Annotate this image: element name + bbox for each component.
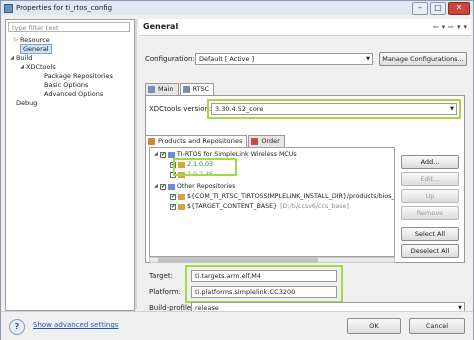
tab-label: Main bbox=[158, 85, 174, 93]
panel-divider[interactable] bbox=[135, 19, 137, 309]
forward-menu-icon[interactable]: ▾ bbox=[457, 23, 461, 31]
repository-icon bbox=[178, 193, 185, 200]
tab-label: Products and Repositories bbox=[158, 137, 243, 145]
tab-label: Order bbox=[261, 137, 280, 145]
configuration-label: Configuration: bbox=[145, 55, 195, 63]
tree-item-package-repositories[interactable]: Package Repositories bbox=[6, 72, 132, 81]
checkbox[interactable] bbox=[159, 150, 166, 159]
tree-item-repo-path-1[interactable]: ${COM_TI_RTSC_TIRTOSSIMPLELINK_INSTALL_D… bbox=[170, 192, 395, 201]
cancel-button[interactable]: Cancel bbox=[409, 318, 465, 334]
tree-item-general[interactable]: General bbox=[6, 44, 132, 54]
left-nav-panel: type filter text ▷ Resource General ◢ Bu… bbox=[5, 19, 135, 311]
products-tab-icon bbox=[148, 138, 155, 145]
tree-item-label: XDCtools bbox=[26, 63, 56, 71]
configuration-value: Default [ Active ] bbox=[199, 55, 255, 63]
repo-label: ${COM_TI_RTSC_TIRTOSSIMPLELINK_INSTALL_D… bbox=[187, 193, 395, 200]
target-label: Target: bbox=[149, 272, 174, 280]
checkbox[interactable] bbox=[159, 182, 166, 191]
back-arrow-icon[interactable]: ⇦ bbox=[433, 23, 439, 31]
minimize-button[interactable]: – bbox=[412, 2, 428, 15]
edit-button[interactable]: Edit... bbox=[401, 172, 459, 186]
dialog-footer: ? Show advanced settings OK Cancel bbox=[1, 311, 473, 340]
tree-item-other-repositories[interactable]: ◢ Other Repositories bbox=[154, 182, 235, 191]
close-button[interactable]: ✕ bbox=[448, 2, 470, 15]
right-content-panel: General ⇦ ▾ ⇨ ▾ ▾ Configuration: Default… bbox=[139, 15, 471, 313]
page-header: General ⇦ ▾ ⇨ ▾ ▾ bbox=[139, 19, 471, 36]
repo-label: Other Repositories bbox=[176, 183, 236, 190]
filter-input[interactable]: type filter text bbox=[8, 22, 130, 32]
collapse-arrow-icon[interactable]: ◢ bbox=[154, 182, 158, 191]
horizontal-scrollbar[interactable] bbox=[149, 257, 395, 263]
tree-item-xdctools[interactable]: ◢ XDCtools bbox=[6, 63, 132, 72]
add-button[interactable]: Add... bbox=[401, 155, 459, 169]
tree-item-label: Debug bbox=[16, 99, 38, 107]
tab-label: RTSC bbox=[192, 85, 210, 93]
select-all-button[interactable]: Select All bbox=[401, 227, 459, 241]
tree-item-debug[interactable]: Debug bbox=[6, 99, 132, 108]
platform-label: Platform: bbox=[149, 288, 181, 296]
expand-arrow-icon[interactable]: ▷ bbox=[12, 36, 20, 45]
collapse-arrow-icon[interactable]: ◢ bbox=[18, 63, 26, 72]
rtsc-tab-icon bbox=[182, 86, 190, 93]
highlight-box-version bbox=[173, 158, 237, 176]
maximize-button[interactable]: □ bbox=[430, 2, 446, 15]
collapse-arrow-icon[interactable]: ◢ bbox=[8, 54, 16, 63]
ok-button[interactable]: OK bbox=[347, 318, 401, 334]
product-icon bbox=[167, 151, 175, 158]
nav-buttons: ⇦ ▾ ⇨ ▾ ▾ bbox=[433, 23, 467, 31]
window-controls: – □ ✕ bbox=[412, 2, 470, 15]
main-tab-strip: Main RTSC bbox=[145, 83, 215, 96]
help-icon[interactable]: ? bbox=[9, 319, 25, 335]
folder-icon bbox=[167, 183, 175, 190]
tree-item-repo-path-2[interactable]: ${TARGET_CONTENT_BASE} [D:/ti/ccsv6/ccs_… bbox=[170, 202, 349, 211]
inner-tab-strip: Products and Repositories Order bbox=[145, 135, 286, 147]
checkbox[interactable] bbox=[170, 202, 176, 211]
xdctools-version-label: XDCtools version: bbox=[149, 105, 212, 113]
highlight-box-target-platform bbox=[185, 265, 343, 303]
repository-icon bbox=[178, 203, 185, 210]
tree-item-label: Build bbox=[16, 54, 33, 62]
tree-item-basic-options[interactable]: Basic Options bbox=[6, 81, 132, 90]
tree-item-advanced-options[interactable]: Advanced Options bbox=[6, 90, 132, 99]
tree-item-build[interactable]: ◢ Build bbox=[6, 54, 132, 63]
order-tab-icon bbox=[251, 138, 259, 145]
tree-item-label: Package Repositories bbox=[44, 72, 113, 80]
repo-label: ${TARGET_CONTENT_BASE} bbox=[187, 203, 278, 210]
dropdown-arrow-icon: ▼ bbox=[366, 56, 370, 62]
view-menu-icon[interactable]: ▾ bbox=[463, 23, 467, 31]
collapse-arrow-icon[interactable]: ◢ bbox=[154, 150, 158, 159]
page-title: General bbox=[143, 22, 179, 31]
configuration-select[interactable]: Default [ Active ] ▼ bbox=[195, 53, 373, 65]
tree-item-label: Basic Options bbox=[44, 81, 89, 89]
main-tab-icon bbox=[148, 86, 155, 93]
preference-tree: ▷ Resource General ◢ Build ◢ XDCtools Pa… bbox=[6, 36, 132, 108]
title-bar: Properties for ti_rtos_config – □ ✕ bbox=[1, 1, 473, 15]
back-menu-icon[interactable]: ▾ bbox=[442, 23, 446, 31]
window-icon bbox=[4, 3, 13, 13]
highlight-box-xdctools bbox=[207, 99, 461, 119]
tree-item-label: General bbox=[20, 44, 52, 54]
tab-order[interactable]: Order bbox=[248, 135, 285, 147]
show-advanced-settings-link[interactable]: Show advanced settings bbox=[33, 321, 118, 329]
properties-dialog: Properties for ti_rtos_config – □ ✕ type… bbox=[0, 0, 474, 340]
scrollbar-thumb[interactable] bbox=[158, 258, 318, 262]
checkbox[interactable] bbox=[170, 192, 176, 201]
tree-item-label: Advanced Options bbox=[44, 90, 104, 98]
deselect-all-button[interactable]: Deselect All bbox=[401, 244, 459, 258]
window-title: Properties for ti_rtos_config bbox=[16, 4, 113, 12]
tab-products-and-repositories[interactable]: Products and Repositories bbox=[145, 135, 248, 147]
remove-button[interactable]: Remove bbox=[401, 206, 459, 220]
tree-item-label: Resource bbox=[20, 36, 50, 44]
up-button[interactable]: Up bbox=[401, 189, 459, 203]
repo-path-suffix: [D:/ti/ccsv6/ccs_base] bbox=[280, 203, 349, 210]
tab-main[interactable]: Main bbox=[145, 83, 179, 95]
manage-configurations-button[interactable]: Manage Configurations... bbox=[379, 52, 467, 66]
forward-arrow-icon[interactable]: ⇨ bbox=[448, 23, 454, 31]
